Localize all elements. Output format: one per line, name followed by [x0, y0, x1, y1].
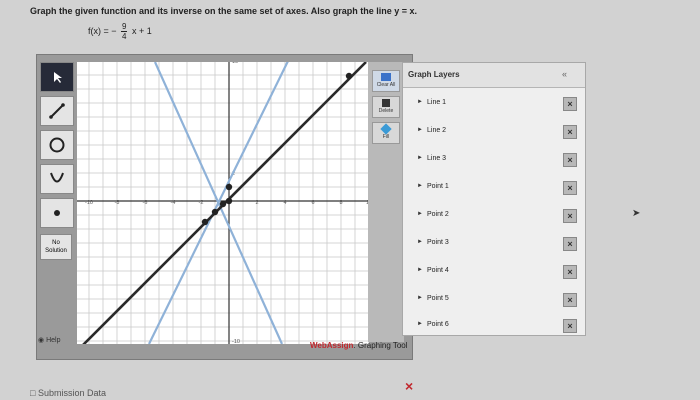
help-icon: ◉ — [38, 337, 45, 344]
expand-icon[interactable]: ► — [417, 295, 423, 301]
layer-item-line-2[interactable]: ► Line 2 × — [417, 125, 577, 141]
layer-label: Point 6 — [427, 321, 449, 328]
delete-layer-icon[interactable]: × — [563, 265, 577, 279]
layer-item-point-5[interactable]: ► Point 5 × — [417, 293, 577, 309]
drawing-toolbar: No Solution — [38, 62, 74, 352]
function-rest: x + 1 — [132, 25, 152, 36]
x-tick-label: 8 — [339, 200, 342, 206]
x-tick-label: -2 — [199, 200, 204, 206]
clear-all-label: Clear All — [376, 82, 396, 88]
expand-icon[interactable]: ► — [417, 127, 423, 133]
x-tick-label: -4 — [171, 200, 176, 206]
graph-layers-header: Graph Layers « — [403, 63, 585, 88]
delete-layer-icon[interactable]: × — [563, 293, 577, 307]
help-link[interactable]: ◉ Help — [38, 336, 60, 344]
layer-item-point-2[interactable]: ► Point 2 × — [417, 209, 577, 225]
point-5[interactable] — [201, 218, 209, 226]
x-tick-label: -8 — [115, 200, 120, 206]
layer-label: Point 4 — [427, 267, 449, 274]
layer-item-point-3[interactable]: ► Point 3 × — [417, 237, 577, 253]
expand-icon[interactable]: ► — [417, 267, 423, 273]
question-text: Graph the given function and its inverse… — [30, 6, 418, 16]
layer-label: Line 2 — [427, 127, 447, 134]
delete-layer-icon[interactable]: × — [563, 237, 577, 251]
layer-label: Point 1 — [427, 183, 449, 190]
webassign-branding: WebAssign. Graphing Tool — [310, 341, 408, 350]
y-tick-label: -10 — [232, 339, 240, 344]
x-tick-label: -10 — [85, 200, 93, 206]
expand-icon[interactable]: ► — [417, 239, 423, 245]
function-lhs: f(x) = − — [88, 25, 117, 36]
layer-label: Point 3 — [427, 239, 449, 246]
circle-tool-button[interactable] — [40, 130, 74, 160]
point-4[interactable] — [345, 72, 353, 80]
layer-label: Point 2 — [427, 211, 449, 218]
x-tick-label: 4 — [283, 200, 286, 206]
pointer-icon — [54, 72, 62, 83]
clear-all-icon — [381, 73, 391, 81]
expand-icon[interactable]: ► — [417, 183, 423, 189]
delete-layer-icon[interactable]: × — [563, 209, 577, 223]
point-tool-icon — [54, 210, 60, 216]
function-definition: f(x) = − 9 4 x + 1 — [88, 22, 152, 41]
expand-icon[interactable]: ► — [417, 155, 423, 161]
fill-button[interactable]: Fill — [372, 122, 400, 144]
graph-actions-panel: Clear All Delete Fill — [368, 62, 404, 342]
x-tick-label: 6 — [311, 200, 314, 206]
y-tick-label: 10 — [232, 62, 238, 65]
x-tick-label: -6 — [143, 200, 148, 206]
layer-item-line-3[interactable]: ► Line 3 × — [417, 153, 577, 169]
expand-icon[interactable]: ► — [417, 99, 423, 105]
layer-item-point-6[interactable]: ► Point 6 × — [417, 319, 577, 335]
submission-label: Submission Data — [37, 388, 106, 398]
brand-suffix: . Graphing Tool — [353, 341, 408, 350]
x-tick-label: 2 — [255, 200, 258, 206]
line-tool-button[interactable] — [40, 96, 74, 126]
point-1[interactable] — [225, 183, 233, 191]
delete-layer-icon[interactable]: × — [563, 125, 577, 139]
expand-icon[interactable]: ► — [417, 321, 423, 327]
collapse-icon[interactable]: « — [562, 69, 567, 79]
brand-name: WebAssign — [310, 341, 354, 350]
fraction-numerator: 9 — [121, 22, 128, 32]
point-tool-button[interactable] — [40, 198, 74, 228]
layer-item-point-4[interactable]: ► Point 4 × — [417, 265, 577, 281]
layer-item-line-1[interactable]: ► Line 1 × — [417, 97, 577, 113]
delete-layer-icon[interactable]: × — [563, 153, 577, 167]
fill-icon — [380, 123, 392, 135]
circle-tool-icon — [49, 137, 65, 153]
pointer-tool-button[interactable] — [40, 62, 74, 92]
fill-label: Fill — [382, 134, 390, 140]
submission-data-link[interactable]: □ Submission Data — [30, 388, 106, 398]
layer-label: Line 3 — [427, 155, 447, 162]
layer-item-point-1[interactable]: ► Point 1 × — [417, 181, 577, 197]
function-fraction: 9 4 — [121, 22, 128, 41]
point-2[interactable] — [225, 197, 233, 205]
layer-label: Point 5 — [427, 295, 449, 302]
mouse-cursor-icon: ➤ — [632, 208, 641, 219]
parabola-tool-icon — [50, 172, 64, 183]
delete-button[interactable]: Delete — [372, 96, 400, 118]
delete-label: Delete — [378, 108, 394, 114]
layer-label: Line 1 — [427, 99, 447, 106]
fraction-denominator: 4 — [122, 32, 127, 41]
graph-layers-panel: Graph Layers « ► Line 1 × ► Line 2 × ► Line 3… — [402, 62, 586, 336]
point-6[interactable] — [219, 200, 227, 208]
trash-icon — [382, 99, 390, 107]
point-3[interactable] — [211, 208, 219, 216]
help-label: Help — [46, 337, 61, 344]
graph-canvas[interactable]: -10-8-6-4-2246810 10-102 — [77, 62, 369, 344]
no-solution-button[interactable]: No Solution — [40, 234, 72, 260]
parabola-tool-button[interactable] — [40, 164, 74, 194]
delete-layer-icon[interactable]: × — [563, 181, 577, 195]
expand-icon[interactable]: ► — [417, 211, 423, 217]
line-tool-icon — [49, 103, 65, 119]
close-icon[interactable]: × — [405, 378, 413, 394]
page: Graph the given function and its inverse… — [0, 0, 700, 400]
clear-all-button[interactable]: Clear All — [372, 70, 400, 92]
graph-layers-title: Graph Layers — [408, 70, 460, 79]
delete-layer-icon[interactable]: × — [563, 319, 577, 333]
submission-icon: □ — [30, 388, 36, 398]
delete-layer-icon[interactable]: × — [563, 97, 577, 111]
